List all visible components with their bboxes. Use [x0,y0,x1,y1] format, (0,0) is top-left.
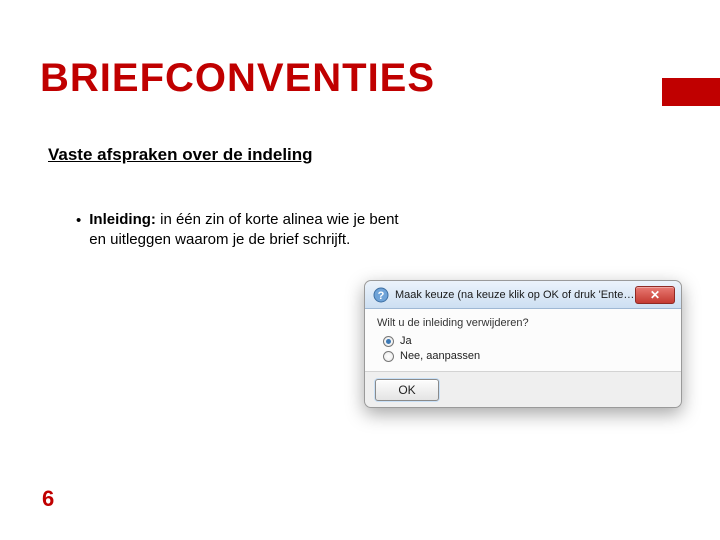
radio-option-no[interactable]: Nee, aanpassen [383,350,669,362]
dialog-question: Wilt u de inleiding verwijderen? [377,317,669,329]
page-number: 6 [42,486,54,512]
dialog-footer: OK [365,371,681,407]
radio-label: Nee, aanpassen [400,350,480,362]
ok-button[interactable]: OK [375,379,439,401]
dialog-titlebar[interactable]: ? Maak keuze (na keuze klik op OK of dru… [365,281,681,309]
dialog-body: Wilt u de inleiding verwijderen? Ja Nee,… [365,309,681,371]
bullet-item: • Inleiding: in één zin of korte alinea … [76,210,406,251]
dialog-window: ? Maak keuze (na keuze klik op OK of dru… [364,280,682,408]
bullet-dot: • [76,211,81,251]
accent-bar [662,78,720,106]
dialog-title: Maak keuze (na keuze klik op OK of druk … [395,289,635,301]
radio-option-yes[interactable]: Ja [383,335,669,347]
radio-label: Ja [400,335,412,347]
subtitle: Vaste afspraken over de indeling [48,145,313,165]
bullet-label: Inleiding: [89,211,156,228]
radio-icon [383,336,394,347]
close-button[interactable]: ✕ [635,286,675,304]
page-title: BRIEFCONVENTIES [40,56,435,101]
question-icon: ? [373,287,389,303]
bullet-text: Inleiding: in één zin of korte alinea wi… [89,210,406,251]
radio-icon [383,351,394,362]
svg-text:?: ? [378,290,385,302]
close-icon: ✕ [650,288,660,302]
